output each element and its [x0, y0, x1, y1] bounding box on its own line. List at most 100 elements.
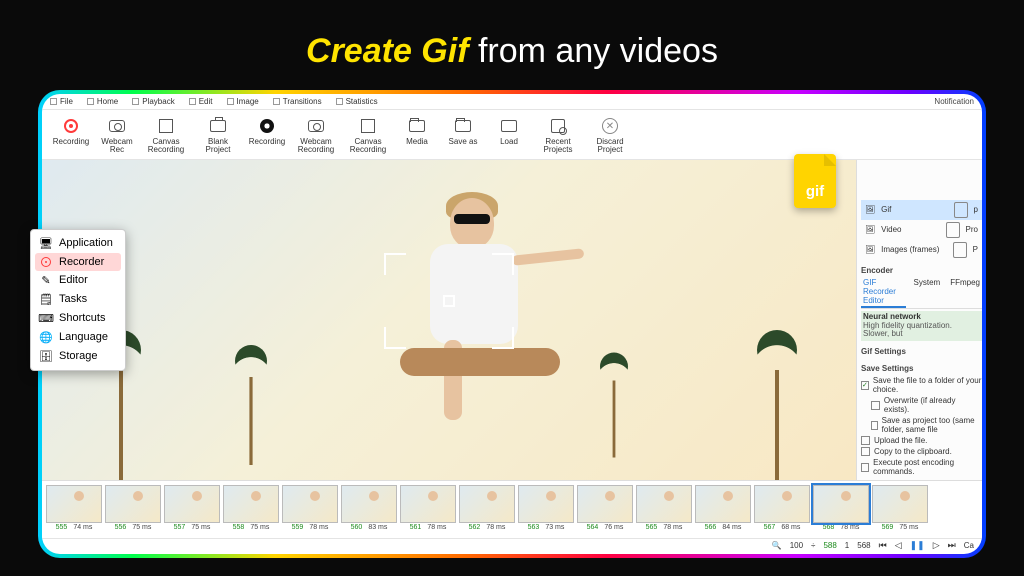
- save-opt[interactable]: Save as project too (same folder, same f…: [861, 415, 982, 435]
- status-right: Ca: [964, 541, 974, 550]
- export-side-panel: 🖼Gifp🖼VideoPro🖼Images (frames)P Encoder …: [856, 160, 982, 480]
- language-icon: 🌐: [39, 331, 53, 344]
- last-frame-button[interactable]: ⏭: [948, 540, 956, 551]
- document-icon: [953, 242, 967, 258]
- menu-edit[interactable]: Edit: [189, 97, 213, 106]
- gif-badge-icon: gif: [794, 154, 836, 208]
- frame-thumb[interactable]: 56178 ms: [400, 485, 456, 536]
- save-opt[interactable]: Overwrite (if already exists).: [861, 395, 982, 415]
- document-icon: [946, 222, 960, 238]
- prev-frame-button[interactable]: ◁: [895, 540, 902, 551]
- toolbar-canvas-recording[interactable]: CanvasRecording: [140, 116, 192, 155]
- frame-thumb[interactable]: 55978 ms: [282, 485, 338, 536]
- save-settings-title: Save Settings: [861, 362, 982, 375]
- recent-icon: [548, 116, 568, 136]
- frame-thumb[interactable]: 55875 ms: [223, 485, 279, 536]
- toolbar-recent-projects[interactable]: RecentProjects: [532, 116, 584, 155]
- image-icon: 🖼: [865, 245, 875, 254]
- frame-thumb[interactable]: 56278 ms: [459, 485, 515, 536]
- frame-thumb[interactable]: 56684 ms: [695, 485, 751, 536]
- toolbar-recording[interactable]: Recording: [244, 116, 290, 155]
- document-icon: [954, 202, 968, 218]
- toolbar-discard-project[interactable]: ✕DiscardProject: [584, 116, 636, 155]
- frame-thumb[interactable]: 56373 ms: [518, 485, 574, 536]
- encoder-tab-2[interactable]: FFmpeg: [948, 277, 982, 308]
- gif-settings-title: Gif Settings: [861, 345, 982, 358]
- encoder-tab-1[interactable]: System: [912, 277, 943, 308]
- settings-shortcuts[interactable]: ⌨Shortcuts: [35, 309, 121, 328]
- marketing-headline: Create Gif from any videos: [0, 32, 1024, 71]
- frame-thumb[interactable]: 56975 ms: [872, 485, 928, 536]
- settings-language[interactable]: 🌐Language: [35, 328, 121, 347]
- toolbar-webcam-recording[interactable]: WebcamRecording: [290, 116, 342, 155]
- frame-thumb[interactable]: 55675 ms: [105, 485, 161, 536]
- checkbox-icon[interactable]: [861, 436, 870, 445]
- settings-tasks[interactable]: 🗒Tasks: [35, 290, 121, 309]
- save-opt[interactable]: Upload the file.: [861, 435, 982, 446]
- disc-icon: [257, 116, 277, 136]
- zoom-icon[interactable]: 🔍: [772, 541, 782, 550]
- editor-icon: ✎: [39, 274, 53, 287]
- crop-icon: [358, 116, 378, 136]
- settings-storage[interactable]: 🗄Storage: [35, 347, 121, 366]
- toolbar-webcam-rec[interactable]: WebcamRec: [94, 116, 140, 155]
- checkbox-icon[interactable]: [861, 463, 869, 472]
- toolbar-save-as[interactable]: Save as: [440, 116, 486, 155]
- frame-thumb[interactable]: 56083 ms: [341, 485, 397, 536]
- toolbar-media[interactable]: Media: [394, 116, 440, 155]
- menu-transitions[interactable]: Transitions: [273, 97, 322, 106]
- save-opt[interactable]: Execute post encoding commands.: [861, 457, 982, 477]
- notifications-button[interactable]: Notification: [934, 97, 974, 106]
- settings-application[interactable]: 🖥Application: [35, 234, 121, 253]
- folder-icon: [453, 116, 473, 136]
- menu-home[interactable]: Home: [87, 97, 118, 106]
- menu-bar: File Home Playback Edit Image Transitions Stat…: [42, 94, 982, 110]
- frame-current: 588: [823, 541, 836, 550]
- first-frame-button[interactable]: ⏮: [879, 540, 887, 551]
- checkbox-icon[interactable]: ✓: [861, 381, 869, 390]
- frame-thumb[interactable]: 55775 ms: [164, 485, 220, 536]
- checkbox-icon[interactable]: [871, 401, 880, 410]
- shortcuts-icon: ⌨: [39, 312, 53, 325]
- frame-thumb[interactable]: 56476 ms: [577, 485, 633, 536]
- frame-thumb[interactable]: 56768 ms: [754, 485, 810, 536]
- next-frame-button[interactable]: ▷: [933, 540, 940, 551]
- pause-button[interactable]: ❚❚: [910, 540, 925, 551]
- checkbox-icon[interactable]: [861, 447, 870, 456]
- frame-thumb[interactable]: 56878 ms: [813, 485, 869, 536]
- zoom-value: 100: [790, 541, 803, 550]
- crop-overlay[interactable]: [384, 253, 514, 349]
- checkbox-icon[interactable]: [871, 421, 878, 430]
- image-icon: 🖼: [865, 225, 875, 234]
- menu-playback[interactable]: Playback: [132, 97, 174, 106]
- filetype-images-frames-[interactable]: 🖼Images (frames)P: [861, 240, 982, 260]
- toolbar-blank-project[interactable]: BlankProject: [192, 116, 244, 155]
- encoder-option-neural[interactable]: Neural network High fidelity quantizatio…: [861, 311, 982, 341]
- filetype-video[interactable]: 🖼VideoPro: [861, 220, 982, 240]
- menu-file[interactable]: File: [50, 97, 73, 106]
- toolbar-load[interactable]: Load: [486, 116, 532, 155]
- frame-thumb[interactable]: 55574 ms: [46, 485, 102, 536]
- settings-recorder[interactable]: Recorder: [35, 253, 121, 271]
- toolbar-canvas-recording[interactable]: CanvasRecording: [342, 116, 394, 155]
- menu-statistics[interactable]: Statistics: [336, 97, 378, 106]
- application-icon: 🖥: [39, 237, 53, 250]
- crop-icon: [156, 116, 176, 136]
- frame-filmstrip[interactable]: 55574 ms55675 ms55775 ms55875 ms55978 ms…: [42, 480, 982, 538]
- tasks-icon: 🗒: [39, 293, 53, 306]
- encoder-title: Encoder: [861, 264, 982, 277]
- filetype-gif[interactable]: 🖼Gifp: [861, 200, 982, 220]
- recorder-icon: [39, 257, 53, 267]
- save-opt[interactable]: ✓Save the file to a folder of your choic…: [861, 375, 982, 395]
- folder-icon: [407, 116, 427, 136]
- frame-total: 568: [857, 541, 870, 550]
- settings-editor[interactable]: ✎Editor: [35, 271, 121, 290]
- frame-thumb[interactable]: 56578 ms: [636, 485, 692, 536]
- encoder-tab-0[interactable]: GIF Recorder Editor: [861, 277, 906, 308]
- save-opt[interactable]: Copy to the clipboard.: [861, 446, 982, 457]
- storage-icon: 🗄: [39, 350, 53, 363]
- toolbar-recording[interactable]: Recording: [48, 116, 94, 155]
- record-icon: [61, 116, 81, 136]
- preview-canvas[interactable]: [42, 160, 856, 480]
- menu-image[interactable]: Image: [227, 97, 259, 106]
